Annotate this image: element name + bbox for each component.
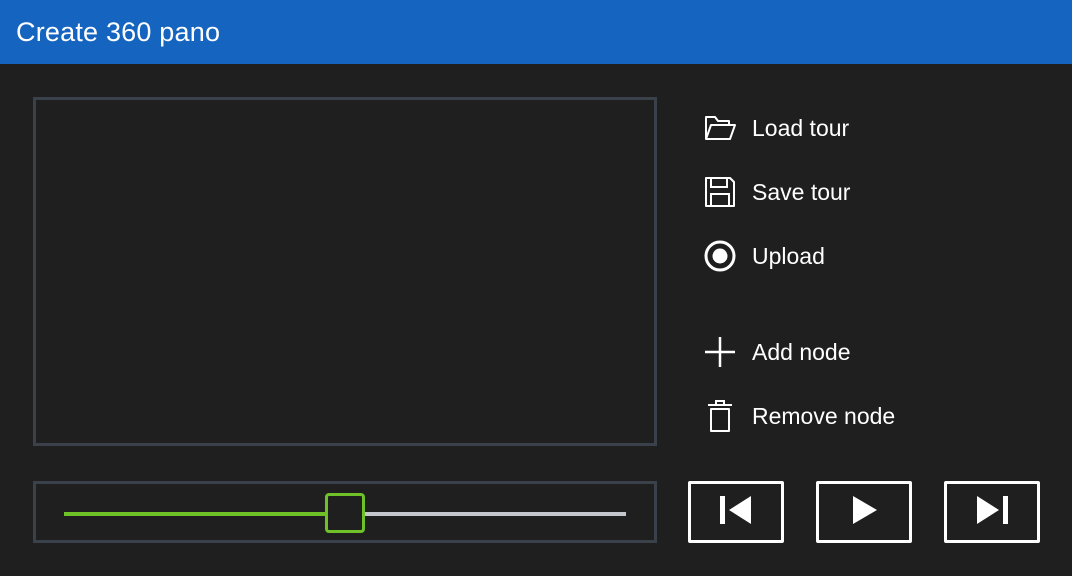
skip-previous-icon — [718, 494, 754, 531]
add-node-button[interactable]: Add node — [700, 332, 850, 372]
slider-thumb[interactable] — [325, 493, 365, 533]
window-title: Create 360 pano — [16, 16, 221, 47]
previous-button[interactable] — [688, 481, 784, 543]
play-icon — [849, 494, 879, 531]
slider-track-fill — [64, 512, 345, 516]
next-button[interactable] — [944, 481, 1040, 543]
title-bar: Create 360 pano — [0, 0, 1072, 64]
load-tour-button[interactable]: Load tour — [700, 108, 849, 148]
remove-node-label: Remove node — [752, 402, 896, 429]
add-node-label: Add node — [752, 338, 851, 365]
upload-label: Upload — [752, 242, 825, 269]
plus-icon — [700, 332, 740, 372]
play-button[interactable] — [816, 481, 912, 543]
skip-next-icon — [974, 494, 1010, 531]
trash-icon — [700, 396, 740, 436]
remove-node-button[interactable]: Remove node — [700, 396, 895, 436]
folder-open-icon — [700, 108, 740, 148]
save-tour-label: Save tour — [752, 178, 851, 205]
upload-button[interactable]: Upload — [700, 236, 825, 276]
pano-viewport[interactable] — [33, 97, 657, 446]
timeline-slider[interactable] — [33, 481, 657, 543]
radio-target-icon — [700, 236, 740, 276]
load-tour-label: Load tour — [752, 114, 850, 141]
floppy-disk-icon — [700, 172, 740, 212]
save-tour-button[interactable]: Save tour — [700, 172, 850, 212]
